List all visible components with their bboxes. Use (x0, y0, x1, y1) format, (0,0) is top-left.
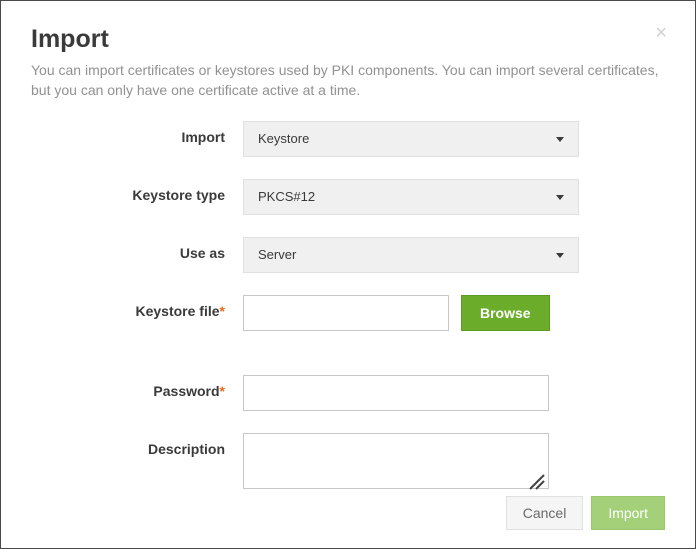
dialog-description: You can import certificates or keystores… (31, 60, 665, 101)
chevron-down-icon (556, 137, 564, 142)
keystore-type-label: Keystore type (31, 179, 243, 203)
dialog-title: Import (31, 25, 665, 54)
password-label-text: Password (153, 383, 219, 399)
use-as-label: Use as (31, 237, 243, 261)
description-label: Description (31, 433, 243, 457)
use-as-select[interactable]: Server (243, 237, 579, 273)
description-textarea[interactable] (243, 433, 549, 489)
required-mark: * (220, 383, 225, 399)
chevron-down-icon (556, 195, 564, 200)
keystore-type-select[interactable]: PKCS#12 (243, 179, 579, 215)
dialog-footer: Cancel Import (506, 496, 665, 530)
required-mark: * (220, 303, 225, 319)
password-label: Password* (31, 375, 243, 399)
import-select-value: Keystore (258, 131, 309, 146)
keystore-type-select-value: PKCS#12 (258, 189, 315, 204)
keystore-file-input[interactable] (243, 295, 449, 331)
keystore-file-label-text: Keystore file (136, 303, 220, 319)
use-as-select-value: Server (258, 247, 296, 262)
import-select[interactable]: Keystore (243, 121, 579, 157)
keystore-file-label: Keystore file* (31, 295, 243, 319)
browse-button[interactable]: Browse (461, 295, 550, 331)
cancel-button[interactable]: Cancel (506, 496, 584, 530)
close-icon[interactable]: × (655, 23, 667, 43)
import-label: Import (31, 121, 243, 145)
password-input[interactable] (243, 375, 549, 411)
chevron-down-icon (556, 253, 564, 258)
import-button[interactable]: Import (591, 496, 665, 530)
